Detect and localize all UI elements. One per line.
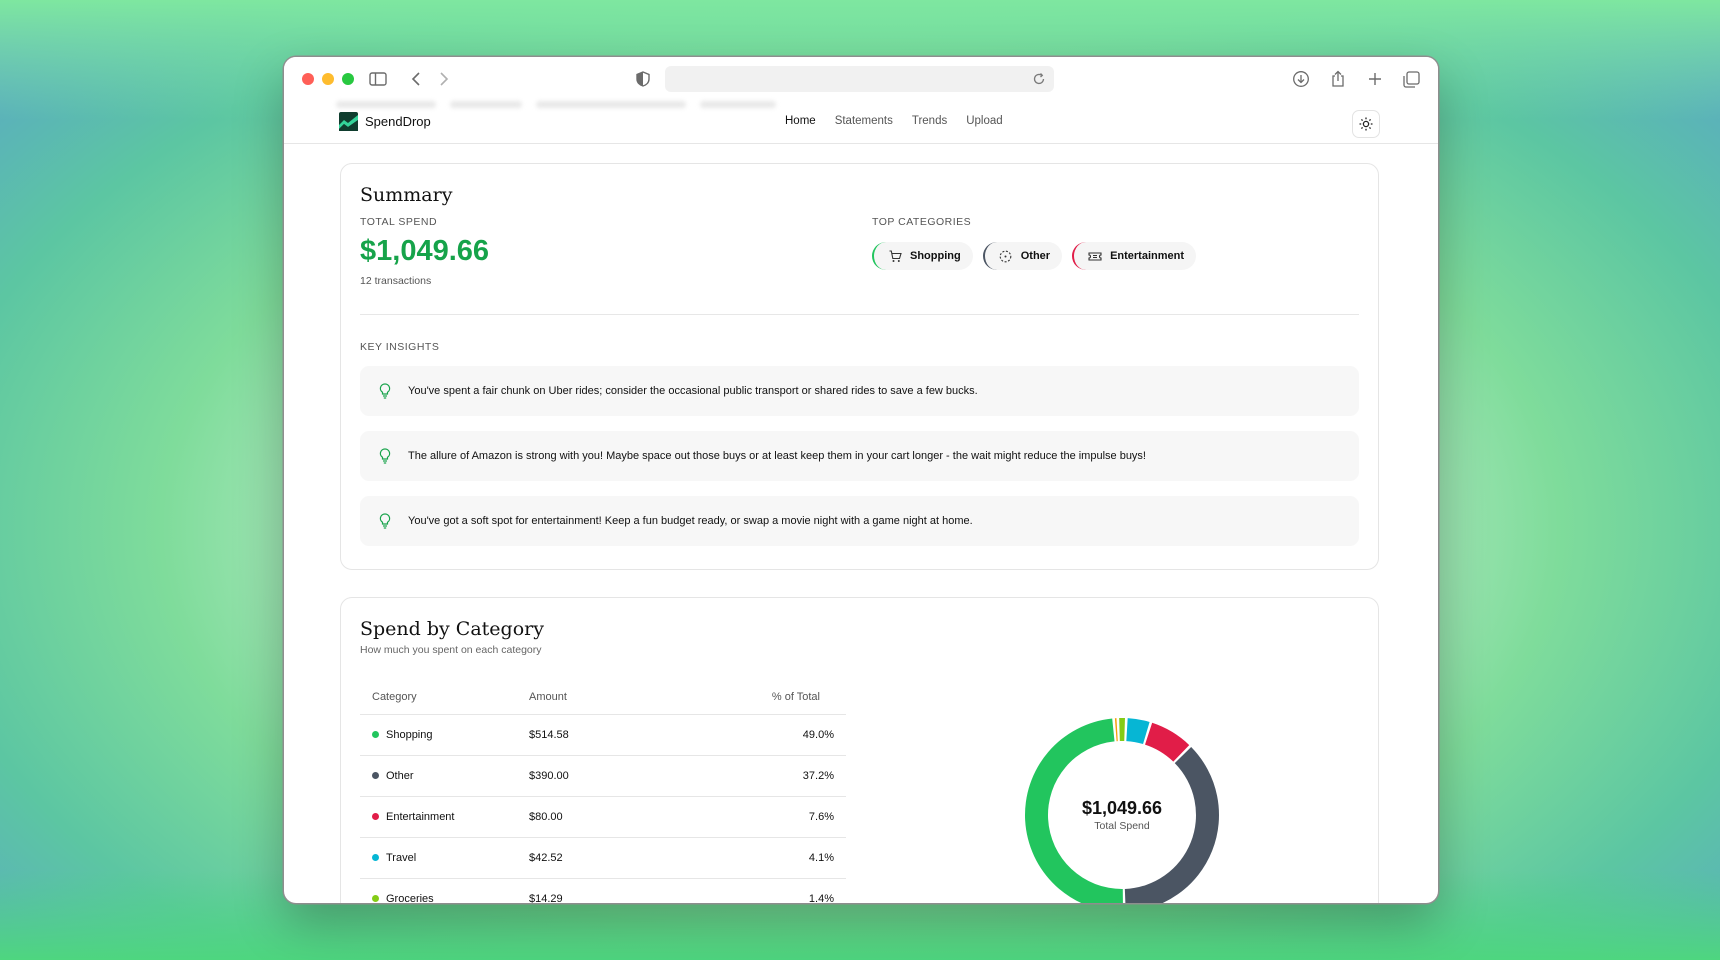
browser-window: SpendDrop Home Statements Trends Upload (284, 57, 1438, 903)
main-nav: Home Statements Trends Upload (785, 115, 1003, 127)
brand[interactable]: SpendDrop (339, 112, 431, 131)
pill-label: Entertainment (1110, 250, 1185, 262)
back-icon[interactable] (406, 69, 426, 89)
insight-text: You've spent a fair chunk on Uber rides;… (408, 385, 978, 397)
category-name: Shopping (386, 728, 433, 741)
donut-center: $1,049.66 Total Spend (1019, 712, 1225, 903)
table-row[interactable]: Groceries $14.29 1.4% (360, 878, 846, 903)
category-color-dot (372, 813, 379, 820)
theme-toggle-button[interactable] (1352, 110, 1380, 138)
category-pill-other[interactable]: Other (982, 242, 1063, 270)
nav-statements[interactable]: Statements (835, 115, 893, 127)
lightbulb-icon (377, 383, 393, 399)
category-color-dot (372, 731, 379, 738)
top-categories: Shopping Other Entertainment (872, 242, 1197, 270)
category-pill-entertainment[interactable]: Entertainment (1072, 242, 1197, 270)
insight-item: The allure of Amazon is strong with you!… (360, 431, 1359, 481)
total-spend-value: $1,049.66 (360, 235, 490, 267)
category-amount: $14.29 (517, 878, 667, 903)
category-percent: 37.2% (667, 755, 846, 797)
zoom-window-button[interactable] (342, 73, 354, 85)
spend-by-category-subtitle: How much you spent on each category (360, 644, 542, 656)
minimize-window-button[interactable] (322, 73, 334, 85)
insight-text: The allure of Amazon is strong with you!… (408, 450, 1146, 462)
share-icon[interactable] (1328, 69, 1348, 89)
nav-upload[interactable]: Upload (966, 115, 1002, 127)
donut-center-value: $1,049.66 (1081, 798, 1163, 818)
table-header-row: Category Amount % of Total (360, 680, 846, 715)
category-pill-shopping[interactable]: Shopping (872, 242, 973, 270)
window-controls (302, 73, 354, 85)
ticket-icon (1088, 249, 1102, 263)
top-categories-label: TOP CATEGORIES (872, 216, 972, 228)
main-content: Summary TOTAL SPEND $1,049.66 12 transac… (284, 145, 1438, 903)
table-row[interactable]: Shopping $514.58 49.0% (360, 714, 846, 756)
table-row[interactable]: Other $390.00 37.2% (360, 755, 846, 797)
key-insights-label: KEY INSIGHTS (360, 341, 440, 353)
pill-label: Shopping (910, 250, 961, 262)
forward-icon[interactable] (434, 69, 454, 89)
spend-by-category-card: Spend by Category How much you spent on … (340, 597, 1379, 903)
lightbulb-icon (377, 448, 393, 464)
address-bar[interactable] (665, 66, 1054, 92)
insight-item: You've spent a fair chunk on Uber rides;… (360, 366, 1359, 416)
insight-text: You've got a soft spot for entertainment… (408, 515, 973, 527)
dashed-circle-icon (999, 249, 1013, 263)
spend-by-category-title: Spend by Category (360, 618, 544, 640)
summary-title: Summary (360, 184, 453, 206)
column-header-amount[interactable]: Amount (517, 680, 667, 715)
transaction-count: 12 transactions (360, 275, 432, 287)
category-color-dot (372, 772, 379, 779)
category-name: Groceries (386, 892, 434, 904)
table-row[interactable]: Travel $42.52 4.1% (360, 837, 846, 879)
new-tab-icon[interactable] (1365, 69, 1385, 89)
category-name: Entertainment (386, 810, 455, 823)
category-amount: $42.52 (517, 837, 667, 879)
category-percent: 4.1% (667, 837, 846, 879)
category-color-dot (372, 895, 379, 902)
summary-card: Summary TOTAL SPEND $1,049.66 12 transac… (340, 163, 1379, 570)
logo-icon (339, 112, 358, 131)
donut-center-label: Total Spend (1094, 820, 1150, 832)
column-header-percent[interactable]: % of Total (667, 680, 846, 715)
category-amount: $390.00 (517, 755, 667, 797)
summary-divider (360, 314, 1359, 315)
total-spend-label: TOTAL SPEND (360, 216, 438, 228)
category-amount: $514.58 (517, 714, 667, 756)
reload-icon[interactable] (1030, 70, 1048, 88)
app-header: SpendDrop Home Statements Trends Upload (284, 101, 1438, 144)
sidebar-icon[interactable] (368, 69, 388, 89)
brand-name: SpendDrop (365, 114, 431, 129)
category-percent: 7.6% (667, 796, 846, 838)
shield-icon[interactable] (633, 69, 653, 89)
category-table: Category Amount % of Total Shopping $514… (360, 680, 846, 903)
column-header-category[interactable]: Category (360, 680, 517, 715)
browser-toolbar (284, 57, 1438, 101)
category-color-dot (372, 854, 379, 861)
close-window-button[interactable] (302, 73, 314, 85)
nav-home[interactable]: Home (785, 115, 816, 127)
tabs-overview-icon[interactable] (1401, 69, 1421, 89)
nav-trends[interactable]: Trends (912, 115, 947, 127)
download-icon[interactable] (1291, 69, 1311, 89)
category-name: Travel (386, 851, 417, 864)
sun-icon (1359, 117, 1373, 131)
insight-item: You've got a soft spot for entertainment… (360, 496, 1359, 546)
category-percent: 1.4% (667, 878, 846, 903)
table-row[interactable]: Entertainment $80.00 7.6% (360, 796, 846, 838)
pill-label: Other (1020, 250, 1051, 262)
category-name: Other (386, 769, 414, 782)
cart-icon (888, 249, 902, 263)
lightbulb-icon (377, 513, 393, 529)
blurred-tab-strip (336, 101, 776, 109)
category-amount: $80.00 (517, 796, 667, 838)
category-percent: 49.0% (667, 714, 846, 756)
